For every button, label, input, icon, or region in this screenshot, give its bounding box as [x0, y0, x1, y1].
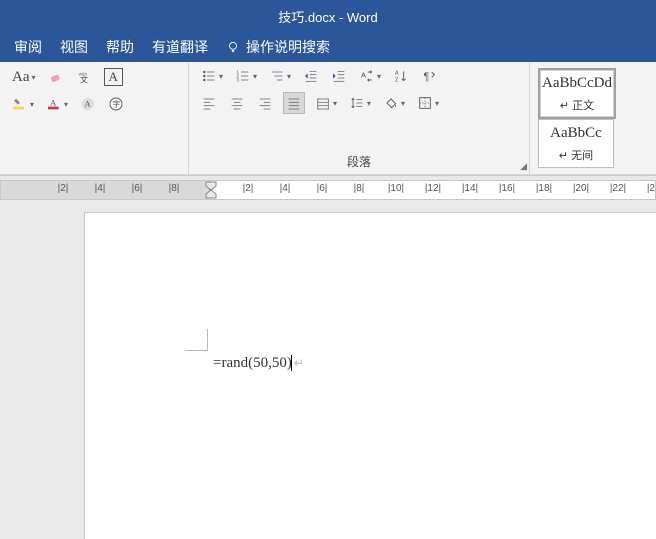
- align-justify-button[interactable]: [283, 92, 305, 114]
- paint-bucket-icon: [383, 95, 399, 111]
- align-left-icon: [201, 95, 217, 111]
- style-sample: AaBbCc: [550, 125, 602, 142]
- tab-review[interactable]: 审阅: [14, 37, 42, 57]
- ribbon: Aa▾ wén文 A ▾ A▾ A: [0, 62, 656, 175]
- align-left-button[interactable]: [199, 93, 219, 113]
- style-no-spacing[interactable]: AaBbCc ↵ 无间: [538, 119, 614, 168]
- svg-text:文: 文: [80, 74, 88, 84]
- distributed-align-icon: [315, 95, 331, 111]
- sort-button[interactable]: AZ: [391, 66, 411, 86]
- svg-text:A: A: [50, 97, 57, 107]
- line-spacing-icon: [349, 95, 365, 111]
- character-border-button[interactable]: A: [102, 66, 125, 88]
- margin-corner-marker: [185, 323, 213, 351]
- line-spacing-button[interactable]: ▾: [347, 93, 373, 113]
- first-line-indent-marker[interactable]: [205, 181, 217, 199]
- tell-me-label: 操作说明搜索: [246, 37, 330, 57]
- ruler-ticks: |8||6||4||2||2||4||6||8||10||12||14||16|…: [1, 181, 655, 199]
- bullets-icon: [201, 68, 217, 84]
- multilevel-list-icon: [269, 68, 285, 84]
- font-color-icon: A: [46, 96, 62, 112]
- horizontal-ruler[interactable]: |8||6||4||2||2||4||6||8||10||12||14||16|…: [0, 180, 656, 200]
- style-sample: AaBbCcDd: [542, 75, 612, 92]
- document-area: =rand(50,50)↵ @51CTO博客: [0, 204, 656, 539]
- window-title: 技巧.docx - Word: [278, 7, 377, 26]
- change-case-button[interactable]: Aa▾: [10, 67, 38, 88]
- align-justify-icon: [286, 95, 302, 111]
- increase-indent-icon: [331, 68, 347, 84]
- multilevel-list-button[interactable]: ▾: [267, 66, 293, 86]
- enclose-characters-icon: 字: [108, 96, 124, 112]
- eraser-icon: [48, 69, 64, 85]
- align-center-button[interactable]: [227, 93, 247, 113]
- character-shading-button[interactable]: A: [78, 94, 98, 114]
- text-direction-icon: A: [359, 68, 375, 84]
- show-hide-marks-button[interactable]: ¶: [419, 66, 439, 86]
- align-right-button[interactable]: [255, 93, 275, 113]
- highlight-icon: [12, 96, 28, 112]
- document-body-text[interactable]: =rand(50,50)↵: [213, 355, 304, 372]
- svg-text:¶: ¶: [424, 71, 430, 83]
- increase-indent-button[interactable]: [329, 66, 349, 86]
- pilcrow-icon: ¶: [421, 68, 437, 84]
- style-name: ↵ 正文: [560, 97, 594, 113]
- phonetic-guide-icon: wén文: [76, 69, 92, 85]
- style-normal[interactable]: AaBbCcDd ↵ 正文: [538, 68, 616, 119]
- phonetic-guide-button[interactable]: wén文: [74, 67, 94, 87]
- change-case-icon: Aa: [12, 69, 30, 86]
- tab-youdao[interactable]: 有道翻译: [152, 37, 208, 57]
- align-center-icon: [229, 95, 245, 111]
- svg-text:A: A: [361, 70, 366, 79]
- typed-text: =rand(50,50): [213, 355, 292, 371]
- tab-help[interactable]: 帮助: [106, 37, 134, 57]
- text-direction-button[interactable]: A▾: [357, 66, 383, 86]
- clear-formatting-button[interactable]: [46, 67, 66, 87]
- ruler-area: |8||6||4||2||2||4||6||8||10||12||14||16|…: [0, 175, 656, 204]
- borders-icon: [417, 95, 433, 111]
- align-right-icon: [257, 95, 273, 111]
- svg-text:Z: Z: [395, 77, 399, 83]
- tell-me-search[interactable]: 操作说明搜索: [226, 37, 330, 57]
- font-color-button[interactable]: A▾: [44, 94, 70, 114]
- highlight-color-button[interactable]: ▾: [10, 94, 36, 114]
- svg-text:A: A: [395, 71, 399, 77]
- document-page[interactable]: =rand(50,50)↵: [85, 213, 656, 539]
- distributed-align-button[interactable]: ▾: [313, 93, 339, 113]
- shading-button[interactable]: ▾: [381, 93, 407, 113]
- bullets-button[interactable]: ▾: [199, 66, 225, 86]
- ribbon-tabs: 审阅 视图 帮助 有道翻译 操作说明搜索: [0, 32, 656, 62]
- character-border-icon: A: [104, 68, 123, 86]
- paragraph-group-label: 段落: [199, 151, 519, 174]
- enclose-characters-button[interactable]: 字: [106, 94, 126, 114]
- borders-button[interactable]: ▾: [415, 93, 441, 113]
- sort-icon: AZ: [393, 68, 409, 84]
- tab-view[interactable]: 视图: [60, 37, 88, 57]
- styles-group: AaBbCcDd ↵ 正文 AaBbCc ↵ 无间: [530, 62, 620, 174]
- font-group: Aa▾ wén文 A ▾ A▾ A: [0, 62, 189, 174]
- svg-text:A: A: [85, 100, 91, 109]
- paragraph-group: ▾ 123▾ ▾ A▾ AZ ¶ ▾ ▾ ▾ ▾ 段落 ◢: [189, 62, 530, 174]
- font-group-label: [10, 154, 178, 174]
- paragraph-dialog-launcher[interactable]: ◢: [520, 161, 527, 172]
- numbering-button[interactable]: 123▾: [233, 66, 259, 86]
- character-shading-icon: A: [80, 96, 96, 112]
- lightbulb-icon: [226, 40, 240, 54]
- decrease-indent-button[interactable]: [301, 66, 321, 86]
- paragraph-mark-icon: ↵: [294, 356, 304, 370]
- svg-text:字: 字: [113, 100, 120, 109]
- style-name: ↵ 无间: [559, 147, 593, 163]
- title-bar: 技巧.docx - Word: [0, 0, 656, 32]
- text-cursor: [291, 355, 292, 371]
- decrease-indent-icon: [303, 68, 319, 84]
- svg-text:3: 3: [236, 77, 239, 82]
- numbering-icon: 123: [235, 68, 251, 84]
